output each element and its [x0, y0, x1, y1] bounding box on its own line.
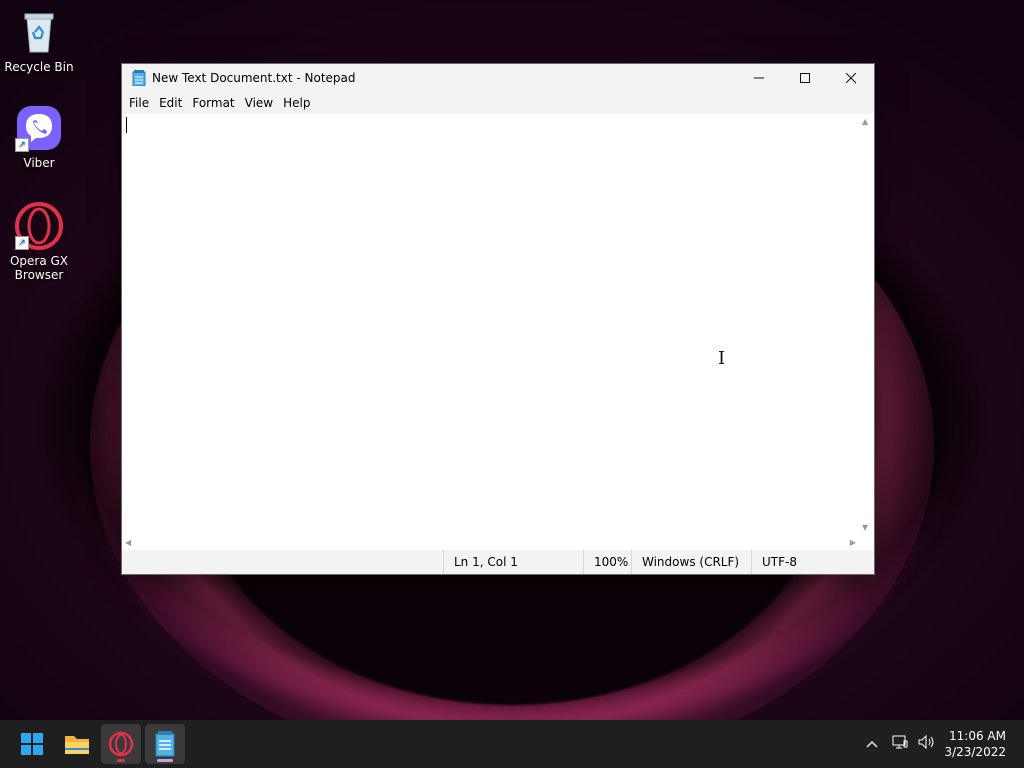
horizontal-scrollbar[interactable]: ◀ ▶: [122, 535, 859, 550]
scroll-right-icon[interactable]: ▶: [850, 538, 856, 547]
status-position: Ln 1, Col 1: [443, 550, 518, 574]
opera-gx-icon: [108, 731, 134, 757]
maximize-button[interactable]: [782, 64, 828, 92]
start-icon: [21, 733, 43, 755]
taskbar: 11:06 AM 3/23/2022: [0, 720, 1024, 768]
menu-edit[interactable]: Edit: [154, 96, 187, 110]
menu-format[interactable]: Format: [187, 96, 239, 110]
mouse-ibeam-cursor: I: [718, 348, 726, 369]
shortcut-arrow-icon: ↗: [15, 138, 29, 152]
notepad-icon: [132, 70, 146, 86]
opera-gx-icon: ↗: [15, 202, 63, 250]
menu-help[interactable]: Help: [278, 96, 315, 110]
text-caret: [126, 117, 127, 133]
chevron-up-icon[interactable]: [866, 736, 878, 752]
scroll-up-icon[interactable]: ▲: [862, 117, 868, 126]
menu-file[interactable]: File: [124, 96, 154, 110]
status-encoding: UTF-8: [751, 550, 797, 574]
minimize-button[interactable]: [736, 64, 782, 92]
scroll-corner: [859, 535, 874, 550]
status-zoom: 100%: [583, 550, 628, 574]
notepad-icon: [155, 731, 175, 757]
maximize-icon: [800, 73, 810, 83]
taskbar-file-explorer[interactable]: [57, 724, 97, 764]
recycle-bin-icon: [15, 8, 63, 56]
status-line-ending: Windows (CRLF): [631, 550, 739, 574]
menu-bar: File Edit Format View Help: [122, 92, 874, 114]
title-bar[interactable]: New Text Document.txt - Notepad: [122, 64, 874, 92]
network-icon[interactable]: [892, 735, 908, 753]
desktop-icon-recycle-bin[interactable]: Recycle Bin: [3, 8, 75, 74]
scroll-down-icon[interactable]: ▼: [862, 523, 868, 532]
minimize-icon: [754, 77, 764, 79]
running-indicator: [117, 759, 125, 762]
scroll-left-icon[interactable]: ◀: [125, 538, 131, 547]
active-indicator: [157, 759, 173, 762]
close-icon: [846, 73, 856, 83]
notepad-window: New Text Document.txt - Notepad File Edi…: [122, 64, 874, 574]
system-tray: [866, 720, 936, 768]
shortcut-arrow-icon: ↗: [15, 236, 29, 250]
viber-icon: ↗: [15, 104, 63, 152]
menu-view[interactable]: View: [240, 96, 278, 110]
clock-time: 11:06 AM: [949, 729, 1006, 743]
start-button[interactable]: [12, 724, 52, 764]
text-editor[interactable]: [122, 114, 859, 535]
desktop-icon-viber[interactable]: ↗ Viber: [3, 104, 75, 170]
file-explorer-icon: [65, 736, 89, 754]
taskbar-notepad[interactable]: [145, 724, 185, 764]
window-title: New Text Document.txt - Notepad: [152, 71, 356, 85]
clock-date: 3/23/2022: [944, 745, 1006, 759]
desktop-icon-label: Viber: [23, 156, 55, 170]
clock[interactable]: 11:06 AM 3/23/2022: [944, 728, 1006, 760]
desktop-icon-opera-gx[interactable]: ↗ Opera GX Browser: [3, 202, 75, 282]
desktop-icon-label: Opera GX Browser: [9, 254, 69, 282]
status-bar: Ln 1, Col 1 100% Windows (CRLF) UTF-8: [122, 550, 874, 574]
taskbar-opera-gx[interactable]: [101, 724, 141, 764]
volume-icon[interactable]: [918, 734, 936, 753]
close-button[interactable]: [828, 64, 874, 92]
desktop-icon-label: Recycle Bin: [4, 60, 74, 74]
vertical-scrollbar[interactable]: ▲ ▼: [859, 114, 874, 535]
